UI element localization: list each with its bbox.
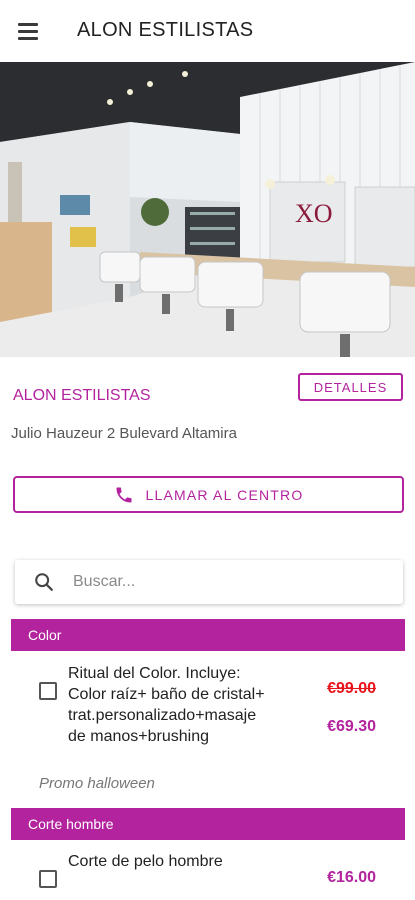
service-checkbox[interactable] <box>39 682 57 700</box>
service-name: Ritual del Color. Incluye: Color raíz+ b… <box>68 665 265 745</box>
svg-text:XO: XO <box>295 199 333 228</box>
service-item: Corte de pelo hombre €16.00 <box>0 848 415 900</box>
service-name: Corte de pelo hombre <box>68 853 223 870</box>
promo-label: Promo halloween <box>39 775 155 792</box>
category-header-color[interactable]: Color <box>11 619 405 651</box>
hamburger-menu-icon[interactable] <box>18 20 42 42</box>
service-old-price: €99.00 <box>327 680 376 697</box>
app-bar: ALON ESTILISTAS <box>0 0 415 62</box>
salon-photo: XO <box>0 62 415 357</box>
search-bar <box>15 560 403 604</box>
search-input[interactable] <box>73 573 373 591</box>
salon-address: Julio Hauzeur 2 Bulevard Altamira <box>11 425 237 442</box>
service-item: Ritual del Color. Incluye: Color raíz+ b… <box>0 660 415 792</box>
app-title: ALON ESTILISTAS <box>77 19 254 41</box>
category-header-corte-hombre[interactable]: Corte hombre <box>11 808 405 840</box>
details-button[interactable]: DETALLES <box>298 373 403 401</box>
service-price: €16.00 <box>327 869 376 886</box>
call-center-button[interactable]: LLAMAR AL CENTRO <box>13 476 404 513</box>
call-center-label: LLAMAR AL CENTRO <box>145 486 304 503</box>
service-price: €69.30 <box>327 718 376 735</box>
service-checkbox[interactable] <box>39 870 57 888</box>
salon-name: ALON ESTILISTAS <box>13 387 151 404</box>
search-icon <box>33 571 55 593</box>
phone-icon <box>114 485 134 505</box>
